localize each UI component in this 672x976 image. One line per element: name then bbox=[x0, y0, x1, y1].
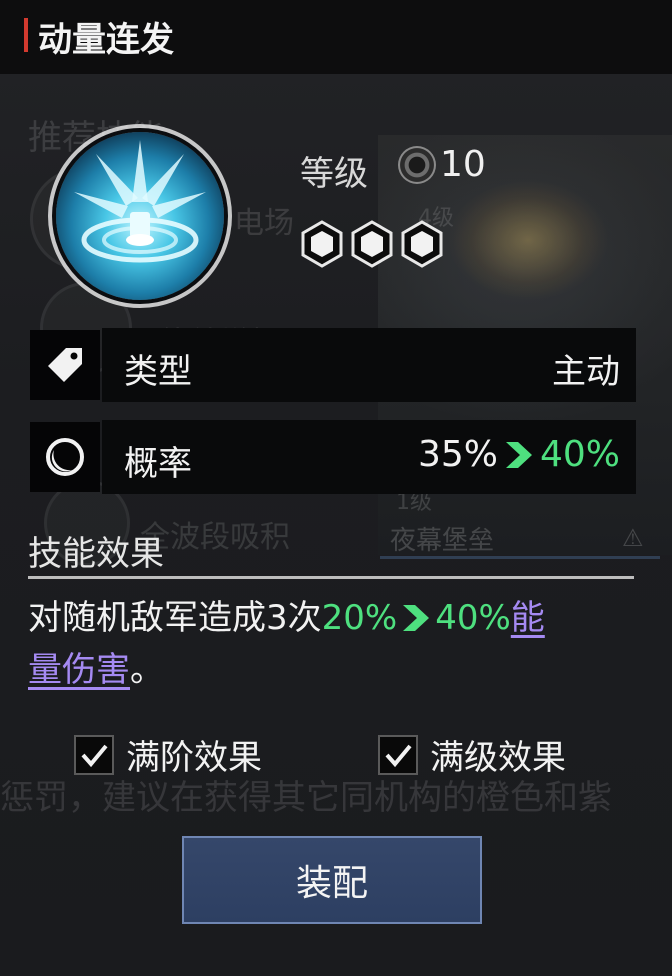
rate-values: 35% 40% bbox=[418, 434, 620, 475]
equip-button[interactable]: 装配 bbox=[182, 836, 482, 924]
max-level-label: 满级效果 bbox=[430, 738, 566, 778]
tag-icon-graphic bbox=[48, 348, 82, 382]
chevron-right-icon bbox=[505, 441, 532, 468]
level-coin-icon bbox=[398, 146, 436, 184]
max-level-checkbox[interactable] bbox=[378, 734, 418, 775]
rank-stars bbox=[300, 220, 444, 268]
background-scene-label: 夜幕堡垒 bbox=[390, 526, 495, 556]
hexagon-star-icon bbox=[301, 220, 343, 268]
effect-section-title: 技能效果 bbox=[28, 534, 164, 574]
effect-prefix: 对随机敌军造成3次 bbox=[28, 598, 322, 638]
max-level-toggle[interactable]: 满级效果 bbox=[378, 730, 566, 779]
max-rank-checkbox[interactable] bbox=[74, 734, 114, 775]
popup-header: 动量连发 bbox=[0, 0, 672, 74]
checkmark-icon bbox=[385, 744, 412, 767]
skill-detail-popup: 推荐技能 电场 能效增幅 全波段吸积 专技 1级 4级 夜幕堡垒 ⚠ 惩罚，建议… bbox=[0, 0, 672, 976]
effect-suffix: 。 bbox=[130, 650, 164, 690]
background-scene-divider bbox=[380, 556, 660, 559]
level-label: 等级 bbox=[300, 154, 368, 194]
rate-from: 35% bbox=[417, 434, 498, 475]
moon-icon bbox=[30, 422, 100, 492]
effect-description: 对随机敌军造成3次 20% 40% 能 量伤害 。 bbox=[28, 592, 628, 696]
rate-label: 概率 bbox=[124, 444, 192, 484]
warning-icon: ⚠ bbox=[622, 524, 644, 552]
energy-burst-icon-graphic bbox=[74, 140, 206, 263]
background-skill-label: 电场 bbox=[234, 206, 294, 241]
effect-divider bbox=[28, 576, 634, 579]
rate-to: 40% bbox=[539, 434, 620, 475]
max-rank-label: 满阶效果 bbox=[126, 738, 262, 778]
checkmark-icon bbox=[81, 744, 108, 767]
type-value: 主动 bbox=[552, 352, 620, 392]
skill-title: 动量连发 bbox=[38, 20, 174, 60]
effect-to: 40% bbox=[435, 598, 511, 638]
tag-icon bbox=[30, 330, 100, 400]
max-rank-toggle[interactable]: 满阶效果 bbox=[74, 730, 262, 779]
hexagon-star-icon bbox=[351, 220, 393, 268]
energy-damage-link[interactable]: 能 bbox=[511, 592, 545, 644]
hexagon-star-icon bbox=[401, 220, 443, 268]
level-value: 10 bbox=[440, 144, 486, 185]
energy-damage-link[interactable]: 量伤害 bbox=[28, 644, 130, 696]
header-accent-bar bbox=[24, 18, 28, 52]
effect-from: 20% bbox=[321, 598, 398, 638]
energy-burst-icon bbox=[56, 132, 224, 300]
chevron-right-icon bbox=[403, 605, 430, 631]
moon-icon-graphic bbox=[46, 438, 84, 476]
type-label: 类型 bbox=[124, 352, 192, 392]
